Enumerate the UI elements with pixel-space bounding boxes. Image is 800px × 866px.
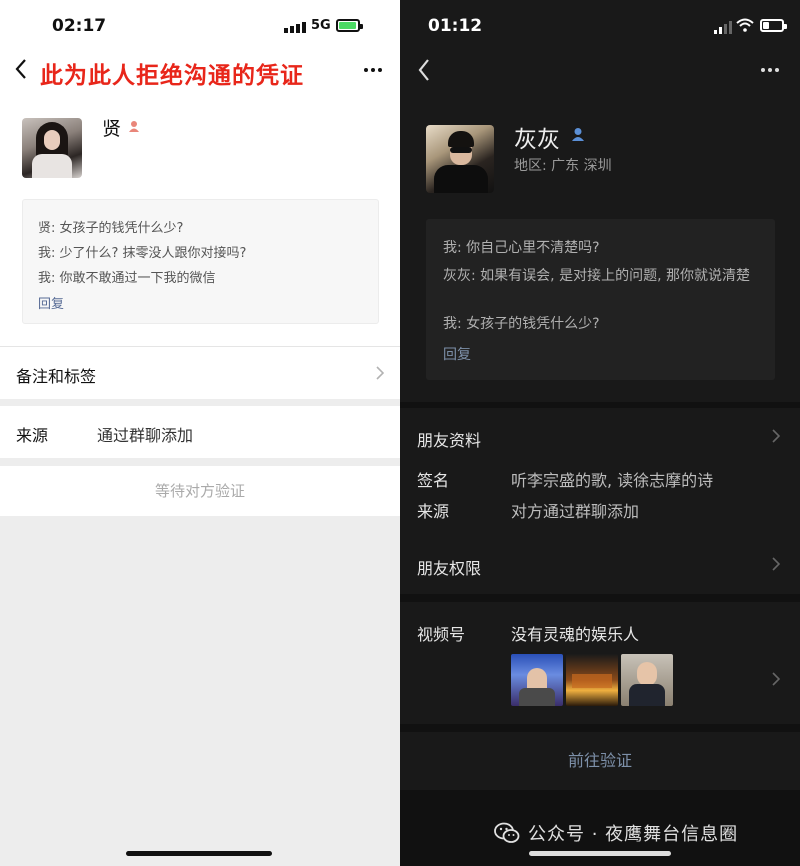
go-verify-button[interactable]: 前往验证 [400,732,800,790]
chevron-right-icon [772,557,780,571]
home-indicator [529,851,671,856]
verification-messages: 我: 你自己心里不清楚吗? 灰灰: 如果有误会, 是对接上的问题, 那你就说清楚… [426,219,775,380]
network-label: 5G [311,18,331,33]
avatar[interactable] [426,125,494,193]
channels-label: 视频号 [417,625,466,644]
contact-name: 灰灰 [514,127,560,153]
signature-value: 听李宗盛的歌, 读徐志摩的诗 [511,471,714,490]
video-thumbnail[interactable] [566,654,618,706]
status-bar: 02:17 5G [0,14,400,40]
watermark: 公众号 · 夜鹰舞台信息圈 [494,820,738,846]
more-icon[interactable] [364,68,382,72]
waiting-verification-label: 等待对方验证 [154,482,245,500]
status-bar: 01:12 [400,14,800,40]
verification-messages: 贤: 女孩子的钱凭什么少? 我: 少了什么? 抹零没人跟你对接吗? 我: 你敢不… [22,199,379,324]
go-verify-label: 前往验证 [567,751,632,770]
friend-permissions-row[interactable]: 朋友权限 [400,538,800,594]
message-line: 我: 你敢不敢通过一下我的微信 [38,271,216,286]
source-label: 来源 [16,426,49,445]
chevron-right-icon [772,672,780,686]
chevron-right-icon [772,429,780,443]
avatar[interactable] [22,118,82,178]
source-row: 来源 通过群聊添加 [0,406,400,458]
source-value: 对方通过群聊添加 [511,502,640,521]
reply-link[interactable]: 回复 [443,344,471,364]
source-label: 来源 [417,502,450,521]
page-title: 此为此人拒绝沟通的凭证 [40,63,304,89]
female-icon [129,121,139,132]
notes-and-tags-label: 备注和标签 [16,367,97,386]
source-value: 通过群聊添加 [97,426,194,445]
region-label: 地区: 广东 深圳 [514,158,612,174]
video-thumbnail[interactable] [621,654,673,706]
signal-icon [284,22,306,33]
male-icon [572,128,584,141]
section-gap [0,399,400,406]
chevron-right-icon [376,366,384,380]
friend-permissions-label: 朋友权限 [417,559,482,578]
battery-icon [760,19,787,32]
back-icon[interactable] [14,58,28,80]
wechat-icon [494,822,520,843]
message-line: 贤: 女孩子的钱凭什么少? [38,221,184,236]
friend-info-label: 朋友资料 [417,431,482,450]
reply-link[interactable]: 回复 [38,293,64,312]
signature-label: 签名 [417,471,450,490]
message-line: 我: 少了什么? 抹零没人跟你对接吗? [38,246,247,261]
home-indicator [126,851,272,856]
section-gap [0,458,400,466]
message-line: 我: 女孩子的钱凭什么少? [443,316,600,332]
message-line: 我: 你自己心里不清楚吗? [443,240,600,256]
message-line: 灰灰: 如果有误会, 是对接上的问题, 那你就说清楚 [443,268,750,284]
more-icon[interactable] [761,68,779,72]
back-icon[interactable] [417,58,431,82]
right-screenshot: 01:12 灰灰 地区: 广东 深圳 我: 你自己心里不清楚吗? 灰灰: 如果有… [400,0,800,866]
channels-value: 没有灵魂的娱乐人 [511,625,640,644]
wifi-icon [736,18,754,32]
status-time: 01:12 [428,16,483,36]
waiting-verification-button: 等待对方验证 [0,466,400,516]
signal-icon [714,21,732,34]
status-time: 02:17 [52,16,107,36]
contact-name: 贤 [102,118,122,140]
left-screenshot: 02:17 5G 此为此人拒绝沟通的凭证 贤 贤: 女孩子的钱凭什么少? 我: … [0,0,400,866]
friend-info-section[interactable]: 朋友资料 签名 听李宗盛的歌, 读徐志摩的诗 来源 对方通过群聊添加 [400,408,800,538]
battery-charging-icon [336,19,363,32]
video-thumbnail[interactable] [511,654,563,706]
watermark-text: 公众号 · 夜鹰舞台信息圈 [528,824,739,845]
notes-and-tags-row[interactable]: 备注和标签 [0,347,400,399]
